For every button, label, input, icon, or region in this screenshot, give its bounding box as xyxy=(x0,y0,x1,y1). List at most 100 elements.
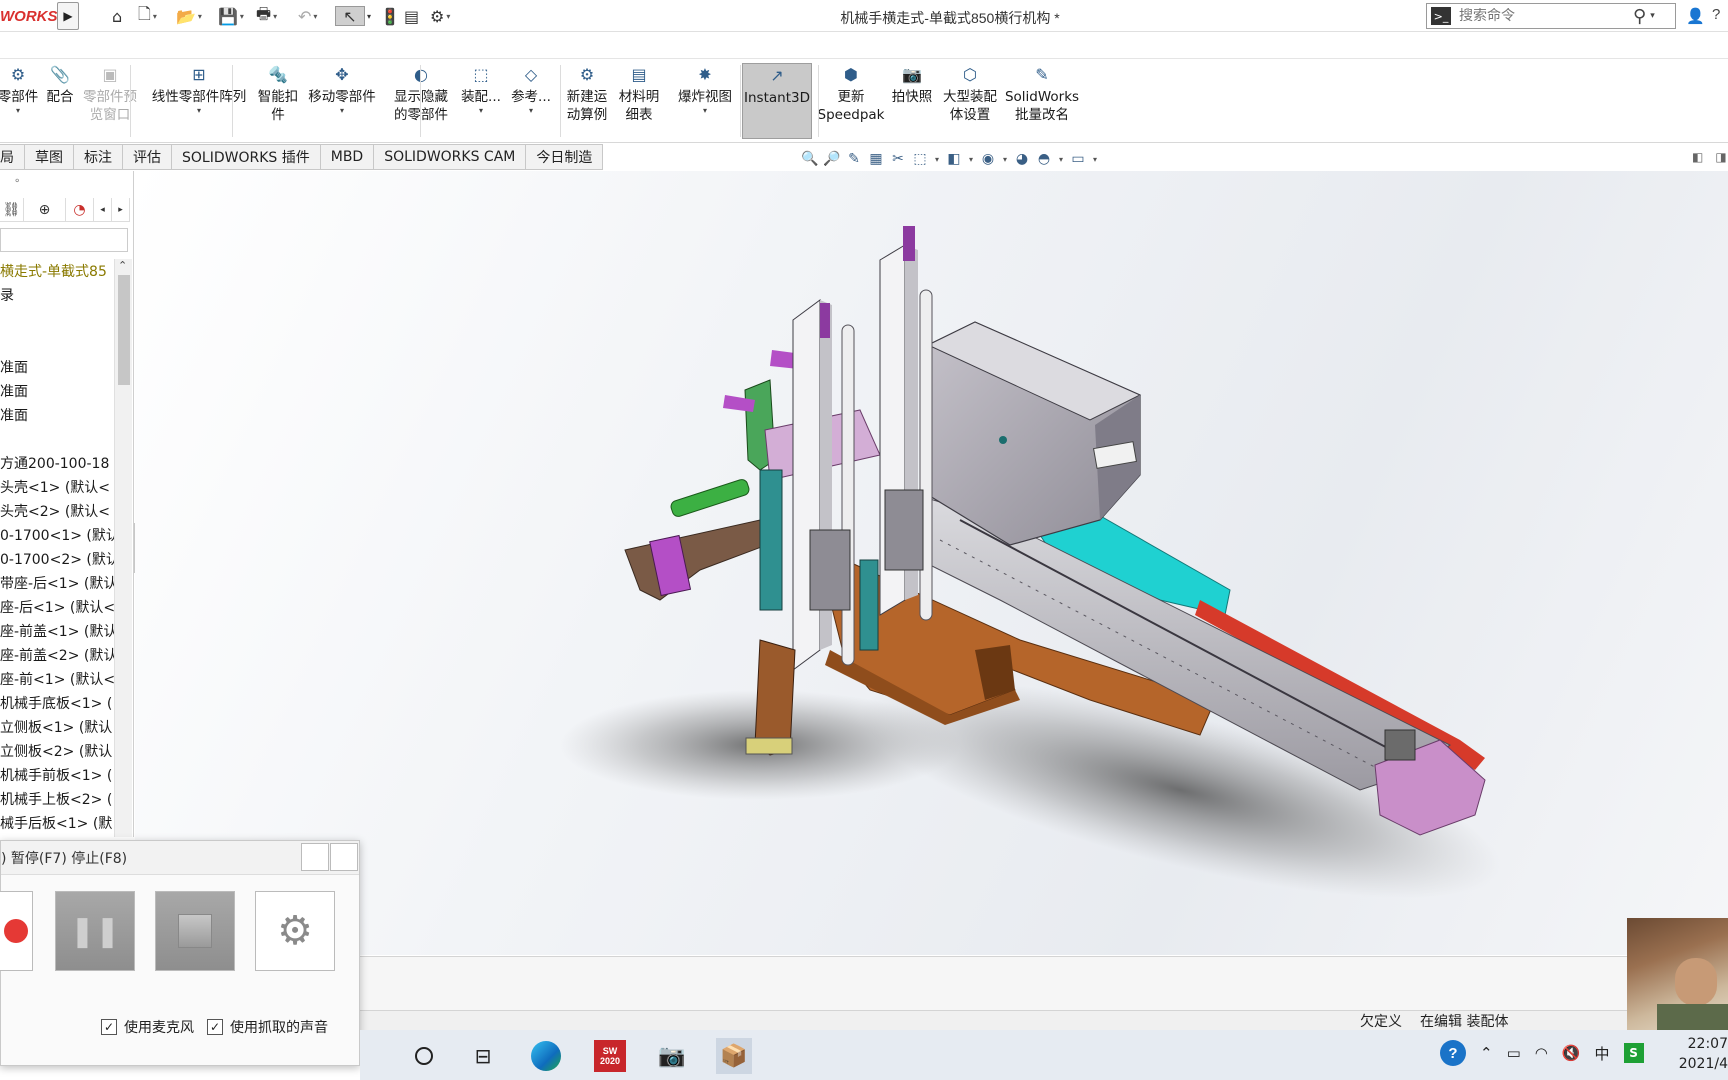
tree-item[interactable]: 头壳<2> (默认< xyxy=(0,499,114,523)
ribbon-dropdown-icon[interactable]: ▾ xyxy=(16,106,20,116)
tab-3[interactable]: 评估 xyxy=(123,144,172,170)
view-orientation-dropdown-icon[interactable]: ▾ xyxy=(932,155,942,164)
tab-0[interactable]: 局 xyxy=(0,144,25,170)
ribbon-button-motion-study[interactable]: ⚙ 新建运 动算例 xyxy=(562,63,612,139)
file-properties-icon[interactable]: ▤ xyxy=(404,6,419,26)
display-manager-tab-icon[interactable]: ◔ xyxy=(66,198,94,222)
volume-mute-icon[interactable]: 🔇 xyxy=(1562,1044,1581,1062)
undo-icon[interactable]: ↶ ▾ xyxy=(298,6,317,26)
tree-item[interactable]: 座-前盖<2> (默认 xyxy=(0,643,114,667)
tree-item[interactable]: 准面 xyxy=(0,379,114,403)
recorder-app-icon[interactable]: 📷 xyxy=(654,1038,690,1074)
system-clock[interactable]: 22:07 2021/4 xyxy=(1670,1034,1728,1074)
tab-scroll-left-icon[interactable]: ◂ xyxy=(94,198,112,222)
tree-item[interactable]: 机械手上板<2> ( xyxy=(0,787,114,811)
scene-dropdown-icon[interactable]: ▾ xyxy=(1056,155,1066,164)
ribbon-dropdown-icon[interactable]: ▾ xyxy=(479,106,483,116)
tab-6[interactable]: SOLIDWORKS CAM xyxy=(374,144,527,170)
tree-item[interactable]: 录 xyxy=(0,283,114,307)
captured-sound-checkbox[interactable]: ✓ xyxy=(207,1019,223,1035)
ribbon-button-smart-fastener[interactable]: 🔩 智能扣件 xyxy=(256,63,300,139)
tab-2[interactable]: 标注 xyxy=(74,144,123,170)
print-icon[interactable]: 🖶 ▾ xyxy=(256,4,277,26)
cortana-search-icon[interactable] xyxy=(406,1038,442,1074)
tree-item[interactable]: 0-1700<2> (默认 xyxy=(0,547,114,571)
view-settings-icon[interactable]: ▭ xyxy=(1068,151,1088,167)
tree-item[interactable]: 立侧板<1> (默认 xyxy=(0,715,114,739)
tree-item[interactable]: 带座-后<1> (默认 xyxy=(0,571,114,595)
tray-expand-icon[interactable]: ⌃ xyxy=(1480,1044,1493,1062)
ribbon-dropdown-icon[interactable]: ▾ xyxy=(197,106,201,116)
ime-indicator[interactable]: 中 xyxy=(1595,1043,1610,1064)
tree-item[interactable] xyxy=(0,331,114,355)
tab-4[interactable]: SOLIDWORKS 插件 xyxy=(172,144,321,170)
tree-item[interactable]: 头壳<1> (默认< xyxy=(0,475,114,499)
microphone-checkbox[interactable]: ✓ xyxy=(101,1019,117,1035)
select-dropdown-icon[interactable]: ▾ xyxy=(367,6,371,26)
tree-item[interactable] xyxy=(0,427,114,451)
apply-scene-icon[interactable]: ◓ xyxy=(1034,151,1054,167)
options-gear-icon[interactable]: ⚙ ▾ xyxy=(430,6,450,26)
help-tray-icon[interactable]: ? xyxy=(1440,1040,1466,1066)
save-icon[interactable]: 💾 ▾ xyxy=(218,6,244,26)
task-view-icon[interactable]: ⊟ xyxy=(465,1038,501,1074)
recorder-settings-button[interactable]: ⚙ xyxy=(255,891,335,971)
user-account-icon[interactable]: 👤 xyxy=(1686,7,1705,25)
ribbon-button-show-hidden[interactable]: ◐ 显示隐藏 的零部件 xyxy=(386,63,456,139)
ribbon-dropdown-icon[interactable]: ▾ xyxy=(529,106,533,116)
pause-button[interactable]: ❚❚ xyxy=(55,891,135,971)
active-app-icon[interactable]: 📦 xyxy=(716,1038,752,1074)
tree-scrollbar[interactable]: ⌃ xyxy=(114,259,132,837)
view-settings-dropdown-icon[interactable]: ▾ xyxy=(1090,155,1100,164)
tab-5[interactable]: MBD xyxy=(320,144,375,170)
ribbon-button-move-component[interactable]: ✥ 移动零部件 ▾ xyxy=(300,63,384,139)
zoom-to-fit-icon[interactable]: 🔍 xyxy=(800,151,820,167)
ribbon-button-bom[interactable]: ▤ 材料明 细表 xyxy=(614,63,664,139)
scroll-up-icon[interactable]: ⌃ xyxy=(118,259,127,272)
solidworks-taskbar-icon[interactable]: SW 2020 xyxy=(592,1038,628,1074)
ribbon-button-insert-component[interactable]: ⚙ 零部件 ▾ xyxy=(0,63,38,139)
use-captured-sound-option[interactable]: ✓ 使用抓取的声音 xyxy=(207,1017,328,1037)
tree-item[interactable]: 械手后板<1> (默 xyxy=(0,811,114,835)
select-pointer-icon[interactable]: ↖ xyxy=(335,6,365,26)
tree-root-assembly[interactable]: 横走式-单截式85 xyxy=(0,259,114,283)
help-button[interactable]: ? xyxy=(1712,6,1720,23)
command-search-box[interactable]: >_ ⚲ ▾ xyxy=(1426,3,1676,29)
tab-7[interactable]: 今日制造 xyxy=(526,144,604,170)
tab-1[interactable]: 草图 xyxy=(25,144,74,170)
search-input[interactable] xyxy=(1459,8,1629,24)
use-microphone-option[interactable]: ✓ 使用麦克风 xyxy=(101,1017,194,1037)
ribbon-button-component-preview[interactable]: ▣ 零部件预 览窗口 xyxy=(78,63,142,139)
menu-expand-arrow-icon[interactable]: ▶ xyxy=(57,2,79,30)
tree-item[interactable]: 机械手底板<1> ( xyxy=(0,691,114,715)
hide-show-items-icon[interactable]: ◉ xyxy=(978,151,998,167)
traffic-light-icon[interactable]: 🚦 xyxy=(380,6,400,26)
dynamic-annotation-icon[interactable]: ✂ xyxy=(888,151,908,167)
config-manager-tab-icon[interactable]: ⛓ xyxy=(0,198,24,222)
tree-item[interactable]: 准面 xyxy=(0,355,114,379)
tree-item[interactable]: 座-前盖<1> (默认 xyxy=(0,619,114,643)
stop-button[interactable] xyxy=(155,891,235,971)
tree-item[interactable]: 立侧板<2> (默认 xyxy=(0,739,114,763)
ribbon-button-large-assembly[interactable]: ⬡ 大型装配 体设置 xyxy=(940,63,1000,139)
solidworks-logo[interactable]: WORKS xyxy=(0,8,58,25)
hide-show-dropdown-icon[interactable]: ▾ xyxy=(1000,155,1010,164)
tab-scroll-right-icon[interactable]: ▸ xyxy=(112,198,130,222)
ribbon-button-exploded-view[interactable]: ✸ 爆炸视图 ▾ xyxy=(670,63,740,139)
ribbon-button-assembly-features[interactable]: ⬚ 装配... ▾ xyxy=(458,63,504,139)
tree-filter-input[interactable] xyxy=(0,228,128,252)
recorder-minimize-button[interactable] xyxy=(301,843,329,871)
dimxpert-tab-icon[interactable]: ⊕ xyxy=(24,198,66,222)
tree-item[interactable]: 0-1700<1> (默认 xyxy=(0,523,114,547)
graphics-viewport[interactable] xyxy=(135,171,1728,955)
open-folder-icon[interactable]: 📂 ▾ xyxy=(176,6,202,26)
robot-arm-assembly-model[interactable] xyxy=(135,171,1728,955)
tree-item[interactable]: 机械手前板<1> ( xyxy=(0,763,114,787)
ribbon-button-instant3d[interactable]: ↗ Instant3D xyxy=(742,63,812,139)
record-button[interactable] xyxy=(0,891,33,971)
ribbon-button-linear-pattern[interactable]: ⊞ 线性零部件阵列 ▾ xyxy=(144,63,254,139)
ribbon-button-mate[interactable]: 📎 配合 xyxy=(42,63,78,139)
ribbon-button-batch-rename[interactable]: ✎ SolidWorks 批量改名 xyxy=(1004,63,1080,139)
section-view-icon[interactable]: ▦ xyxy=(866,151,886,167)
ribbon-dropdown-icon[interactable]: ▾ xyxy=(340,106,344,116)
